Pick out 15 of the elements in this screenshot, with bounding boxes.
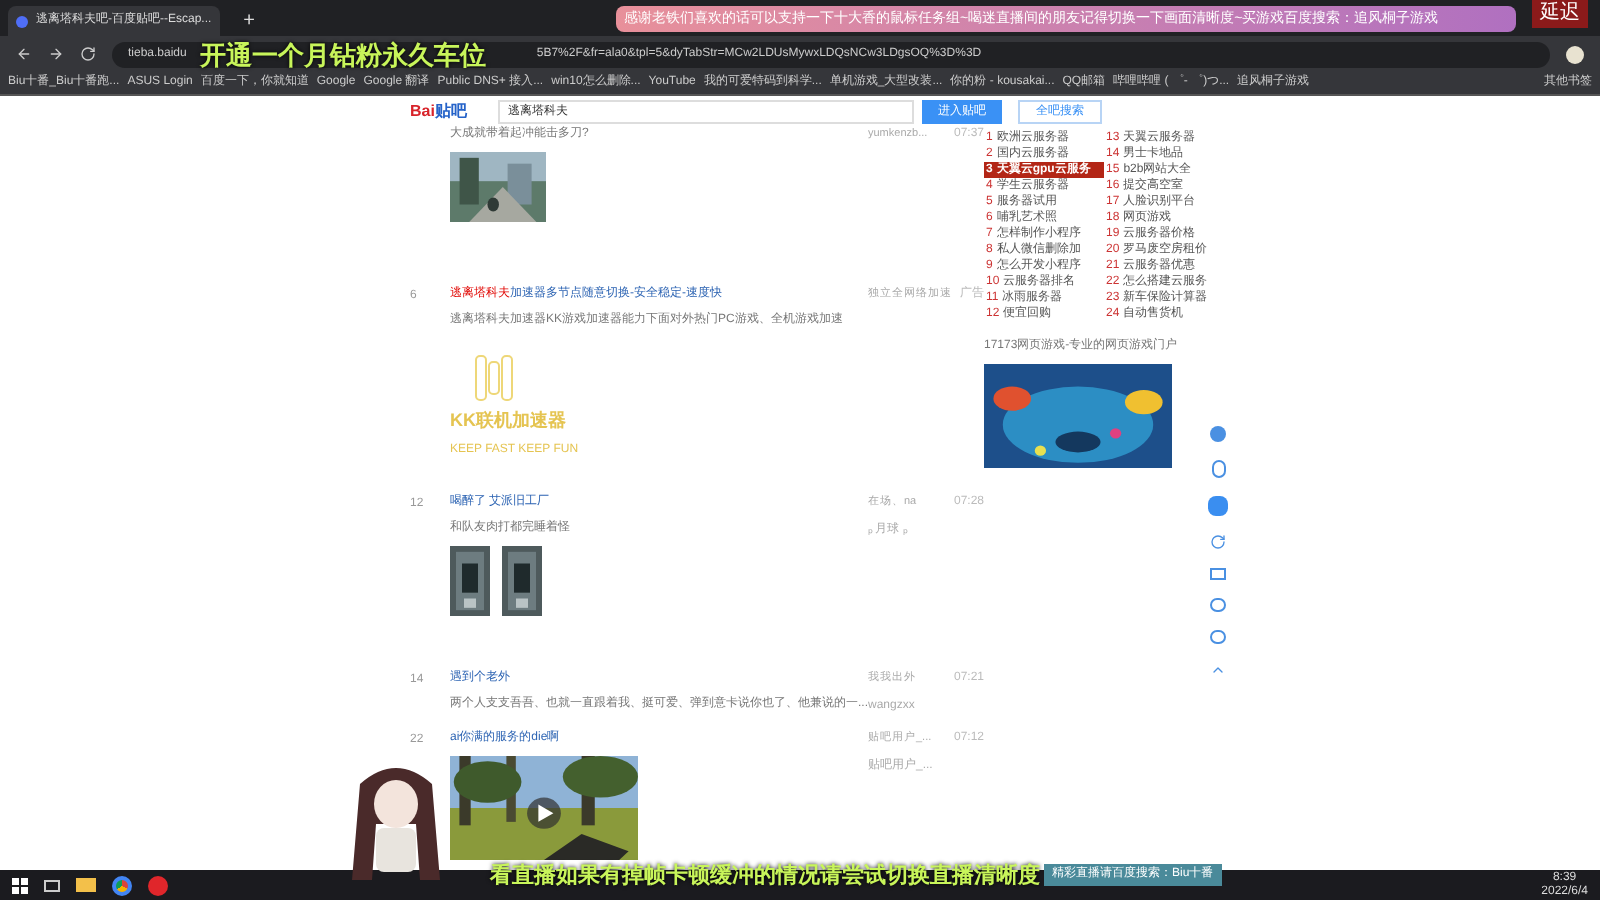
delay-badge: 延迟 (1532, 0, 1588, 28)
new-tab-button[interactable]: + (235, 6, 264, 36)
refresh-icon[interactable] (1210, 534, 1226, 550)
baidu-logo[interactable]: Bai贴吧 (410, 100, 490, 124)
reload-icon[interactable] (80, 46, 96, 62)
chrome-icon[interactable] (112, 875, 132, 895)
back-icon[interactable] (16, 46, 32, 62)
windows-icon[interactable] (12, 877, 28, 893)
ad-brand: KK联机加速器 (450, 408, 566, 434)
tab-favicon-icon (16, 15, 28, 27)
task-view-icon[interactable] (44, 879, 60, 891)
stream-caption: 看直播如果有掉帧卡顿缓冲的情况请尝试切换直播清晰度 (490, 861, 1040, 892)
forward-icon[interactable] (48, 46, 64, 62)
kk-logo-icon (474, 354, 514, 402)
scroll-top-icon[interactable] (1210, 662, 1226, 678)
